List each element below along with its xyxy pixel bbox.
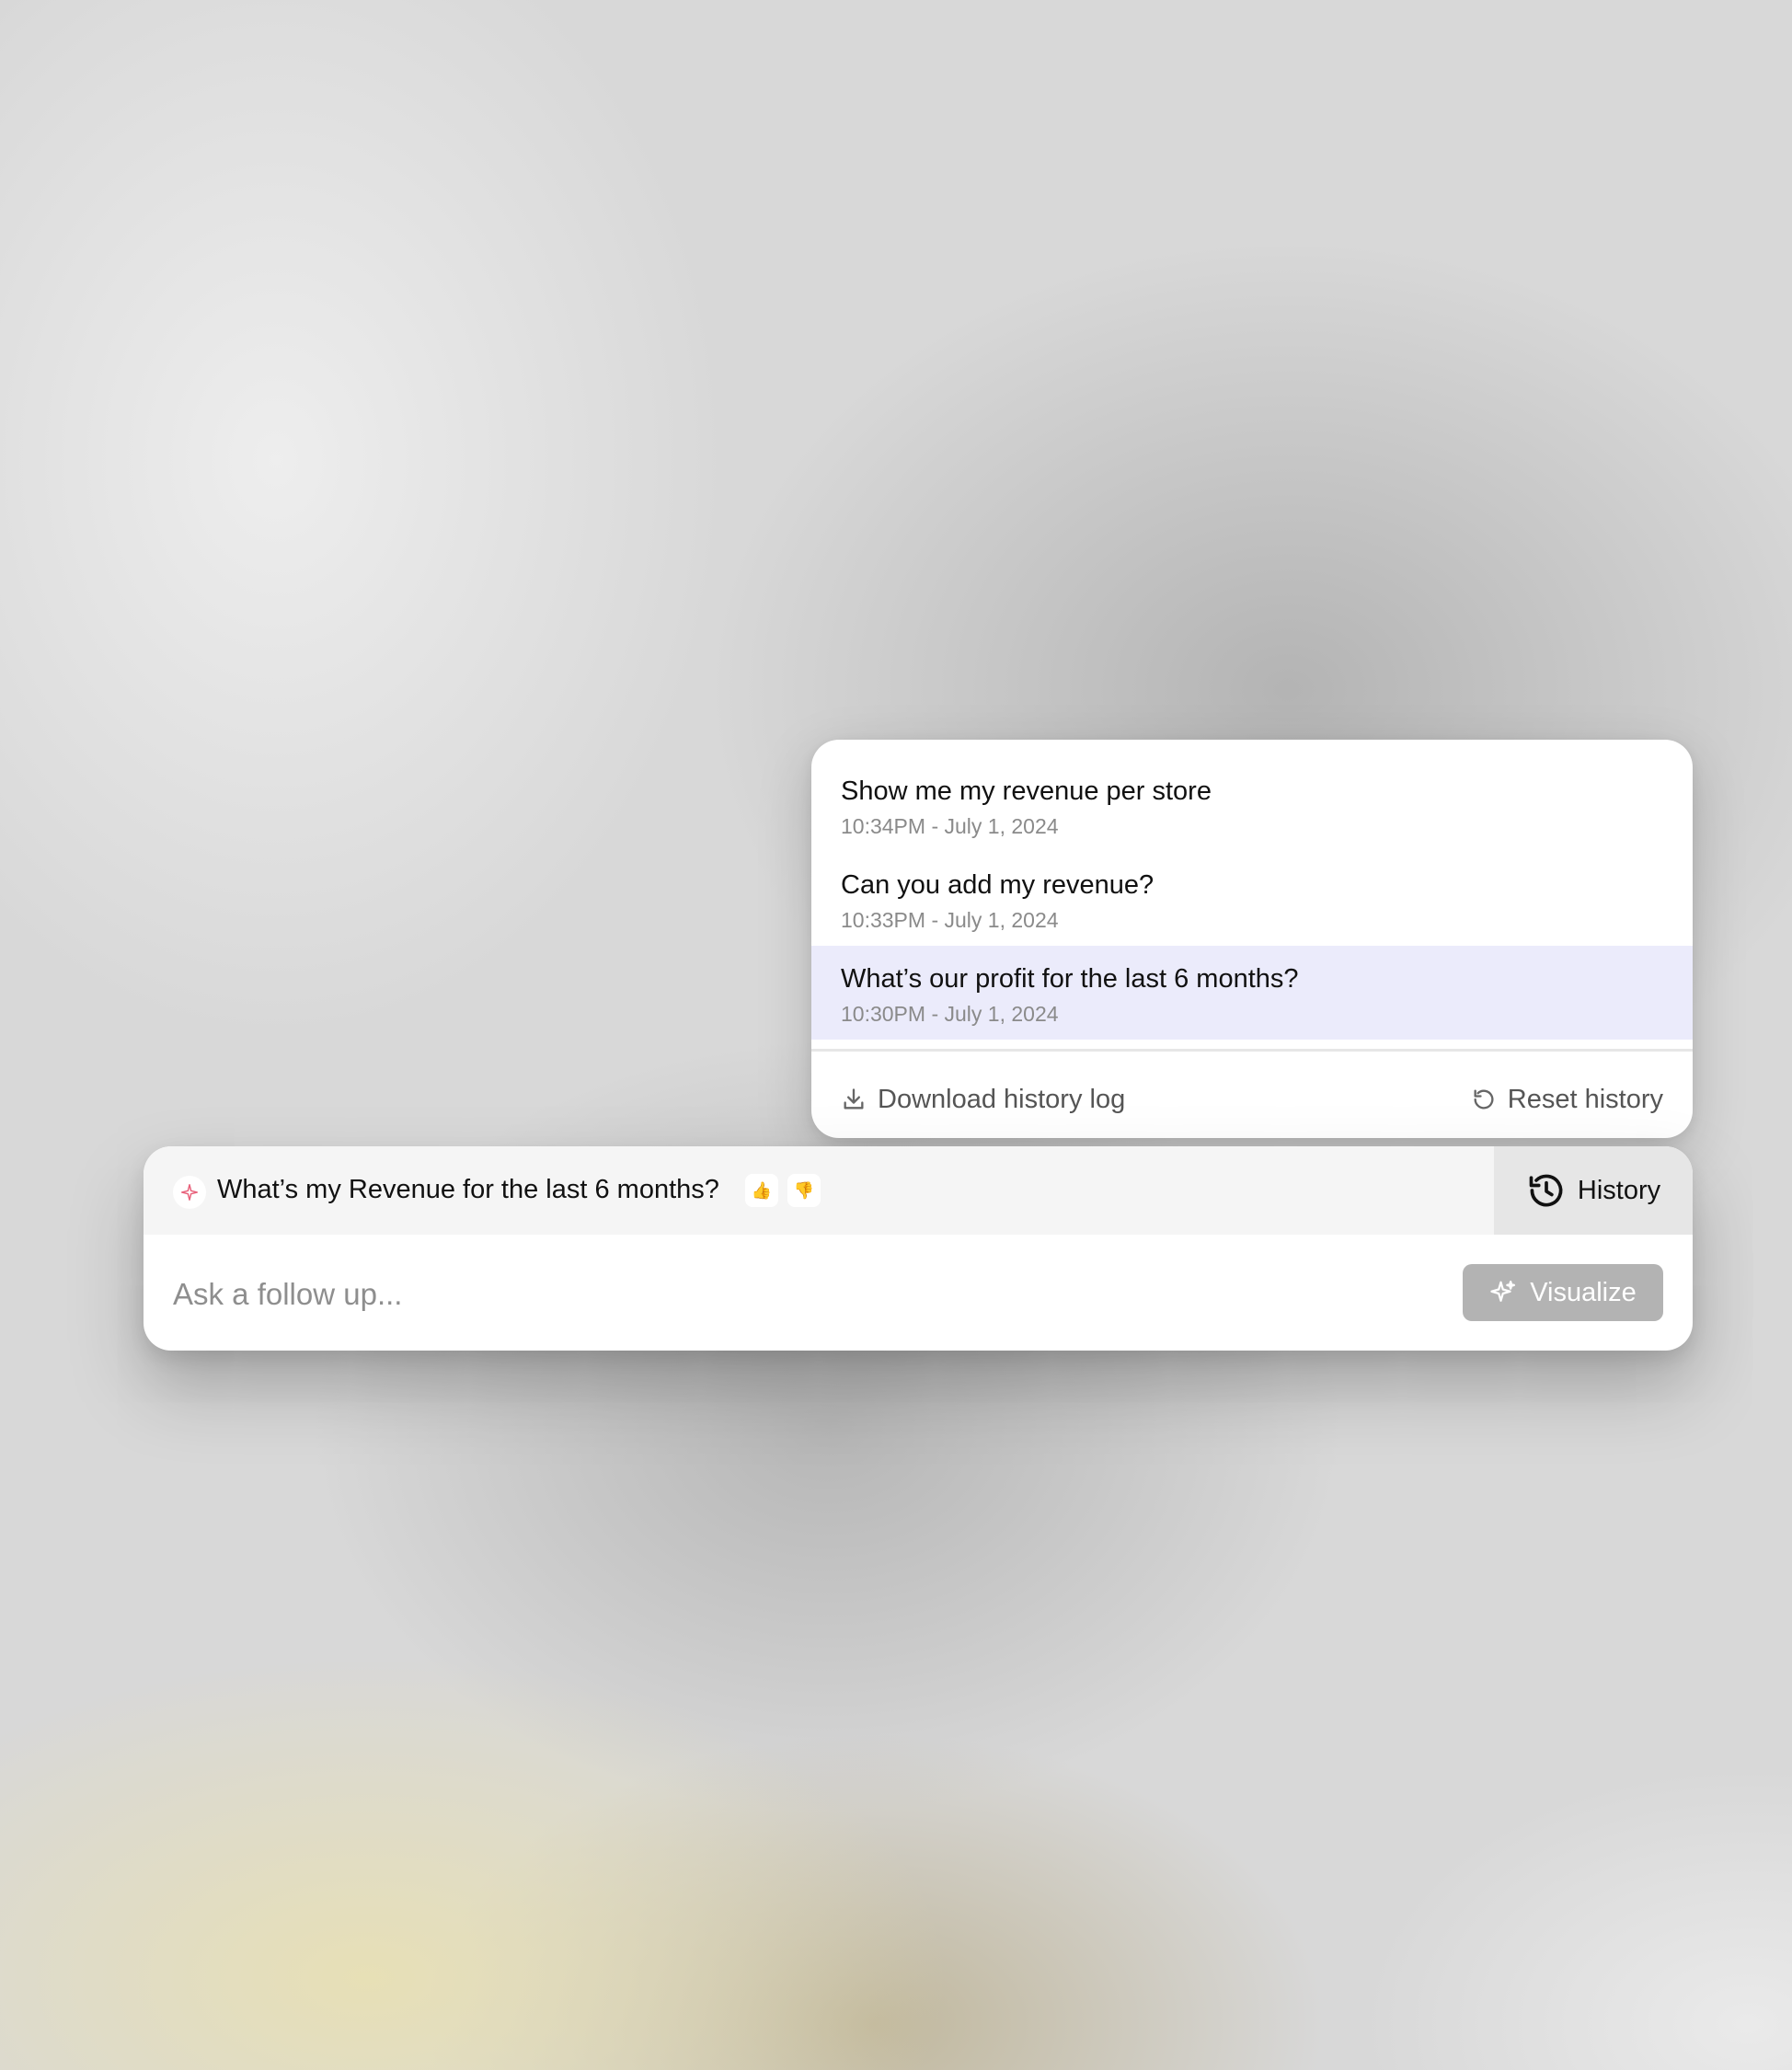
history-panel: Show me my revenue per store 10:34PM - J… [811,740,1693,1138]
thumbs-down-button[interactable]: 👎 [787,1174,821,1207]
history-item[interactable]: Can you add my revenue? 10:33PM - July 1… [811,852,1693,946]
query-header: What’s my Revenue for the last 6 months?… [144,1146,1693,1235]
history-item-question: Show me my revenue per store [841,776,1212,806]
history-item-time: 10:30PM - July 1, 2024 [841,1002,1059,1026]
download-icon [844,1088,864,1110]
reset-icon [1474,1089,1494,1110]
sparkle-badge [173,1176,206,1209]
history-item-question: Can you add my revenue? [841,870,1154,900]
followup-input[interactable] [173,1277,1442,1312]
sparkle-icon [181,1184,198,1201]
history-item-time: 10:33PM - July 1, 2024 [841,908,1059,932]
thumbs-up-button[interactable]: 👍 [745,1174,778,1207]
history-footer: Download history log Reset history [841,1076,1663,1122]
query-card: What’s my Revenue for the last 6 months?… [144,1146,1693,1351]
history-button[interactable]: History [1494,1146,1693,1235]
sparkle-icon [1490,1281,1516,1302]
current-query: What’s my Revenue for the last 6 months? [217,1175,719,1204]
history-icon [1529,1174,1563,1207]
reset-history-label: Reset history [1507,1084,1663,1114]
history-divider [811,1049,1693,1052]
history-button-label: History [1577,1175,1661,1205]
history-item[interactable]: Show me my revenue per store 10:34PM - J… [811,758,1693,852]
download-history-label: Download history log [878,1084,1126,1114]
reset-history-button[interactable]: Reset history [1471,1085,1663,1115]
history-item-question: What’s our profit for the last 6 months? [841,964,1299,994]
history-item-time: 10:34PM - July 1, 2024 [841,814,1059,838]
visualize-button[interactable]: Visualize [1463,1264,1663,1321]
visualize-label: Visualize [1530,1277,1637,1307]
history-item-selected[interactable]: What’s our profit for the last 6 months?… [811,946,1693,1040]
history-list: Show me my revenue per store 10:34PM - J… [811,758,1693,1040]
download-history-button[interactable]: Download history log [841,1085,1125,1115]
